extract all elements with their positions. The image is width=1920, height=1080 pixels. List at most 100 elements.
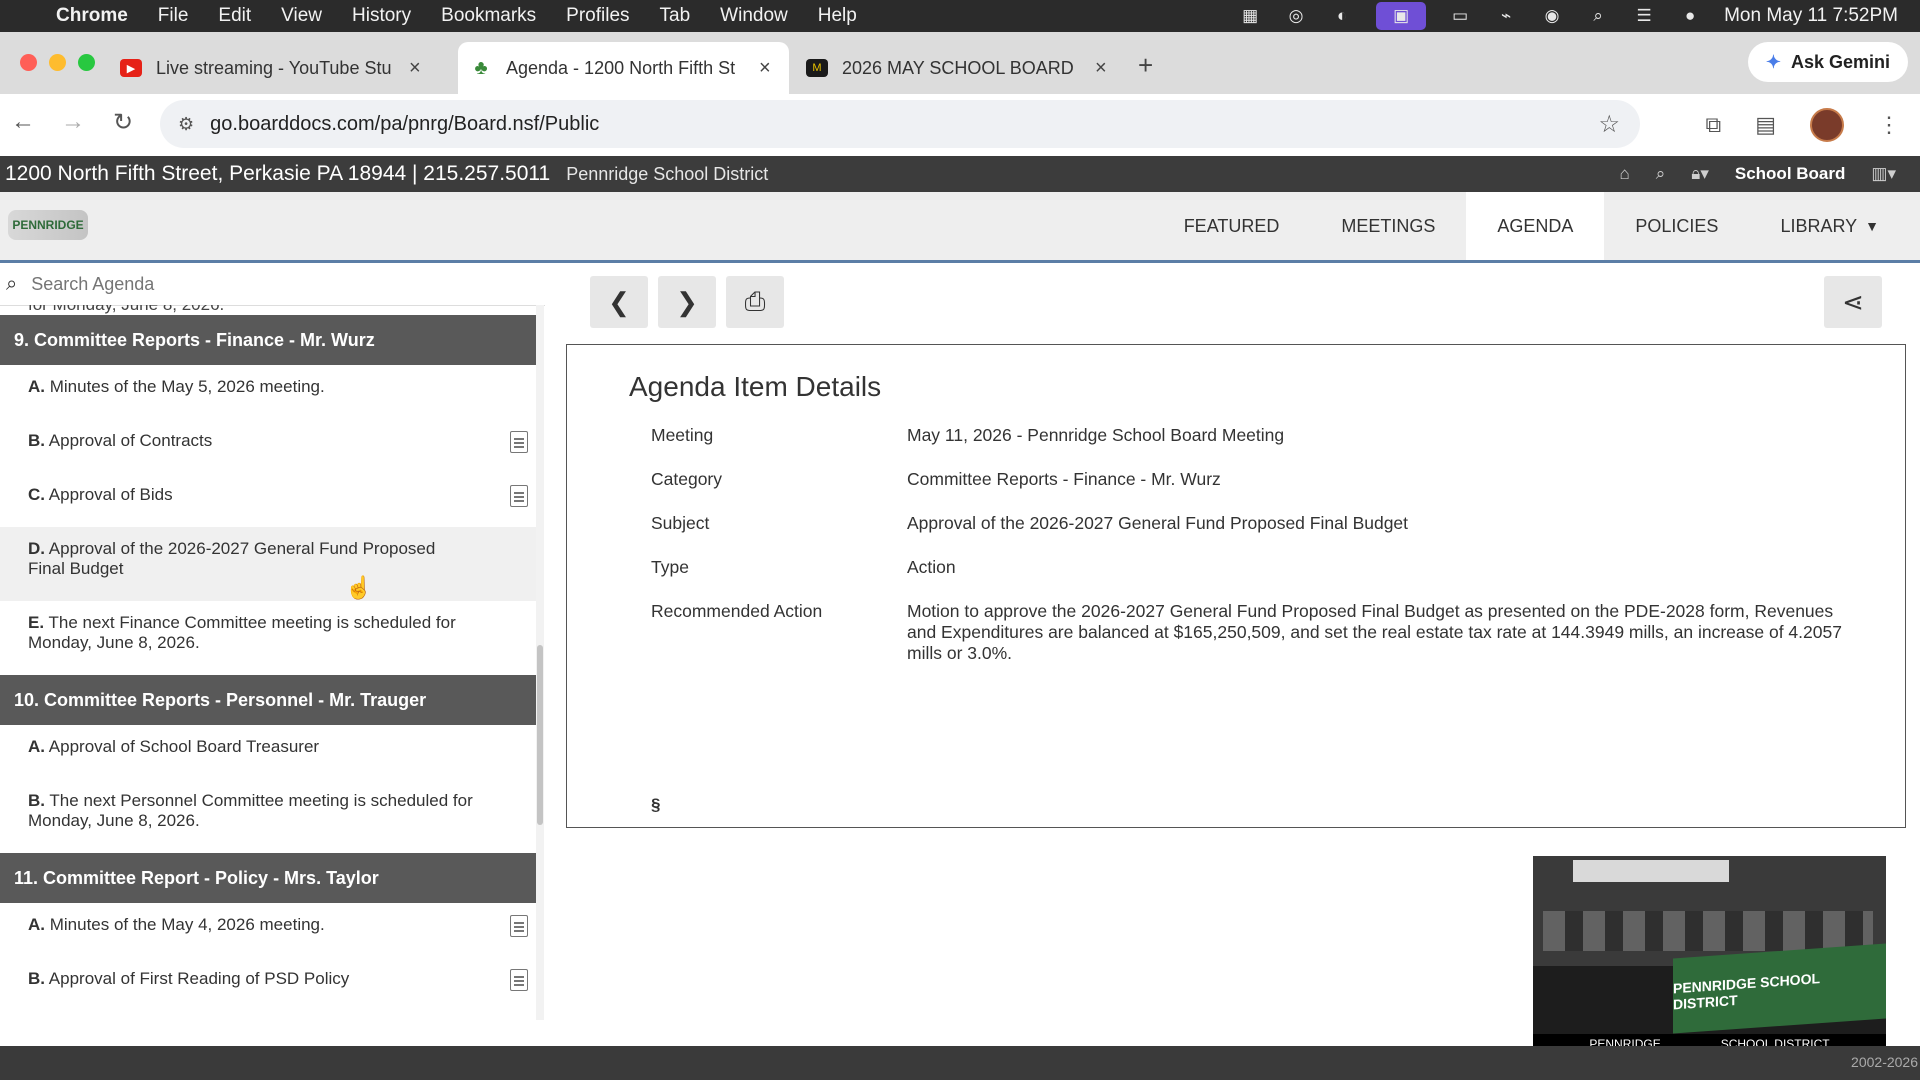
- item-letter: D.: [28, 539, 45, 558]
- forward-arrow-icon[interactable]: →: [56, 108, 90, 136]
- agenda-item[interactable]: A. Minutes of the May 4, 2026 meeting.: [0, 903, 536, 957]
- sync-icon[interactable]: ◐: [1330, 6, 1354, 26]
- item-text: Approval of the 2026-2027 General Fund P…: [28, 539, 436, 578]
- menu-clock[interactable]: Mon May 11 7:52PM: [1724, 5, 1898, 27]
- video-overlay[interactable]: PENNRIDGE SCHOOL DISTRICT PENNRIDGE SCHO…: [1533, 856, 1886, 1054]
- chevron-right-icon: ❯: [676, 286, 698, 317]
- battery-icon[interactable]: ▭: [1448, 6, 1472, 26]
- section-header-personnel[interactable]: 10. Committee Reports - Personnel - Mr. …: [0, 675, 536, 725]
- share-button[interactable]: ⋖: [1824, 276, 1882, 328]
- detail-label: Category: [651, 469, 723, 489]
- toolbar-right: ⧉ ▤ ⋮: [1705, 108, 1900, 142]
- attachment-icon[interactable]: [510, 431, 528, 453]
- previous-item-button[interactable]: ❮: [590, 276, 648, 328]
- attachment-icon[interactable]: [510, 915, 528, 937]
- menu-window[interactable]: Window: [720, 5, 788, 27]
- item-letter: E.: [28, 613, 45, 632]
- close-window-button[interactable]: [20, 54, 37, 71]
- pennridge-logo[interactable]: PENNRIDGE: [8, 210, 88, 240]
- next-item-button[interactable]: ❯: [658, 276, 716, 328]
- school-board-label[interactable]: School Board: [1735, 164, 1846, 184]
- agenda-item[interactable]: B. Approval of Contracts: [0, 419, 536, 473]
- home-icon[interactable]: ⌂: [1619, 164, 1629, 184]
- profile-avatar[interactable]: [1810, 108, 1844, 142]
- detail-label: Subject: [651, 513, 710, 533]
- ask-gemini-button[interactable]: ✦ Ask Gemini: [1747, 42, 1908, 82]
- tab-school-board-doc[interactable]: M 2026 MAY SCHOOL BOARD I ×: [806, 42, 1107, 94]
- tab-title: 2026 MAY SCHOOL BOARD I: [842, 57, 1077, 78]
- site-settings-icon[interactable]: ⚙: [178, 114, 194, 135]
- minimize-window-button[interactable]: [49, 54, 66, 71]
- item-letter: B.: [28, 969, 45, 988]
- lock-icon[interactable]: 🔒︎▾: [1691, 164, 1709, 184]
- grid-icon[interactable]: ▦: [1238, 6, 1262, 26]
- print-button[interactable]: ⎙: [726, 276, 784, 328]
- new-tab-icon[interactable]: +: [1138, 50, 1153, 81]
- wifi-off-icon[interactable]: ⌁: [1494, 6, 1518, 26]
- item-letter: A.: [28, 737, 45, 756]
- building-icon[interactable]: ▥▾: [1871, 164, 1896, 184]
- projection-screen: [1573, 860, 1729, 882]
- section-header-finance[interactable]: 9. Committee Reports - Finance - Mr. Wur…: [0, 315, 536, 365]
- menu-chrome[interactable]: Chrome: [56, 5, 128, 27]
- boarddocs-nav: PENNRIDGE FEATURED MEETINGS AGENDA POLIC…: [0, 192, 1920, 263]
- search-icon: ⌕: [6, 272, 18, 295]
- agenda-item-selected[interactable]: D. Approval of the 2026-2027 General Fun…: [0, 527, 536, 601]
- spotlight-icon[interactable]: ⌕: [1586, 6, 1610, 26]
- more-menu-icon[interactable]: ⋮: [1878, 112, 1900, 138]
- search-icon[interactable]: ⌕: [1656, 164, 1666, 184]
- extensions-icon[interactable]: ⧉: [1705, 112, 1721, 138]
- scrollbar-thumb[interactable]: [537, 645, 543, 825]
- menu-view[interactable]: View: [281, 5, 322, 27]
- close-tab-icon[interactable]: ×: [1095, 57, 1107, 80]
- control-center-icon[interactable]: ☰: [1632, 6, 1656, 26]
- siri-icon[interactable]: ●: [1678, 6, 1702, 26]
- agenda-item[interactable]: A. Minutes of the May 5, 2026 meeting.: [0, 365, 536, 419]
- nav-featured[interactable]: FEATURED: [1153, 192, 1311, 260]
- nav-policies[interactable]: POLICIES: [1604, 192, 1749, 260]
- menu-file[interactable]: File: [158, 5, 189, 27]
- user-icon[interactable]: ◉: [1540, 6, 1564, 26]
- close-tab-icon[interactable]: ×: [409, 57, 421, 80]
- menu-history[interactable]: History: [352, 5, 411, 27]
- nav-meetings[interactable]: MEETINGS: [1310, 192, 1466, 260]
- search-input[interactable]: [29, 272, 514, 296]
- item-text: The next Personnel Committee meeting is …: [28, 791, 473, 830]
- tab-agenda[interactable]: ♣ Agenda - 1200 North Fifth St ×: [458, 42, 789, 94]
- attachment-icon[interactable]: [510, 485, 528, 507]
- truncated-item-text[interactable]: for Monday, June 8, 2026.: [0, 305, 536, 315]
- agenda-item[interactable]: E. The next Finance Committee meeting is…: [0, 601, 536, 675]
- agenda-item[interactable]: A. Approval of School Board Treasurer: [0, 725, 536, 779]
- reload-icon[interactable]: ↻: [106, 108, 140, 137]
- attachment-icon[interactable]: [510, 969, 528, 991]
- tab-youtube[interactable]: ▶ Live streaming - YouTube Stu ×: [120, 42, 421, 94]
- creative-cloud-icon[interactable]: ◎: [1284, 6, 1308, 26]
- address-bar[interactable]: ⚙ go.boarddocs.com/pa/pnrg/Board.nsf/Pub…: [160, 100, 1640, 148]
- nav-agenda[interactable]: AGENDA: [1466, 192, 1605, 260]
- agenda-item[interactable]: B. Approval of First Reading of PSD Poli…: [0, 957, 536, 1011]
- close-tab-icon[interactable]: ×: [759, 57, 771, 80]
- menu-profiles[interactable]: Profiles: [566, 5, 629, 27]
- agenda-scrollbar[interactable]: [536, 305, 544, 1020]
- url-text[interactable]: go.boarddocs.com/pa/pnrg/Board.nsf/Publi…: [210, 113, 599, 136]
- menu-tab[interactable]: Tab: [660, 5, 691, 27]
- section-header-policy[interactable]: 11. Committee Report - Policy - Mrs. Tay…: [0, 853, 536, 903]
- district-banner: PENNRIDGE SCHOOL DISTRICT: [1673, 943, 1886, 1034]
- nav-library[interactable]: LIBRARY ▼: [1749, 192, 1910, 260]
- item-letter: B.: [28, 791, 45, 810]
- menu-help[interactable]: Help: [818, 5, 857, 27]
- back-arrow-icon[interactable]: ←: [6, 108, 40, 136]
- agenda-item[interactable]: C. Approval of Bids: [0, 473, 536, 527]
- menu-edit[interactable]: Edit: [218, 5, 251, 27]
- tree-icon: ♣: [474, 56, 488, 79]
- agenda-item[interactable]: B. The next Personnel Committee meeting …: [0, 779, 536, 853]
- zoom-window-button[interactable]: [78, 54, 95, 71]
- gemini-label: Ask Gemini: [1790, 51, 1890, 72]
- bookmark-star-icon[interactable]: ☆: [1598, 110, 1620, 139]
- detail-label: Meeting: [651, 425, 714, 445]
- reading-mode-icon[interactable]: ▤: [1755, 112, 1776, 138]
- year-text: 2002-2026: [1851, 1054, 1918, 1070]
- screen-share-icon[interactable]: ▣: [1376, 2, 1427, 30]
- nav-library-label: LIBRARY: [1780, 215, 1858, 236]
- menu-bookmarks[interactable]: Bookmarks: [441, 5, 536, 27]
